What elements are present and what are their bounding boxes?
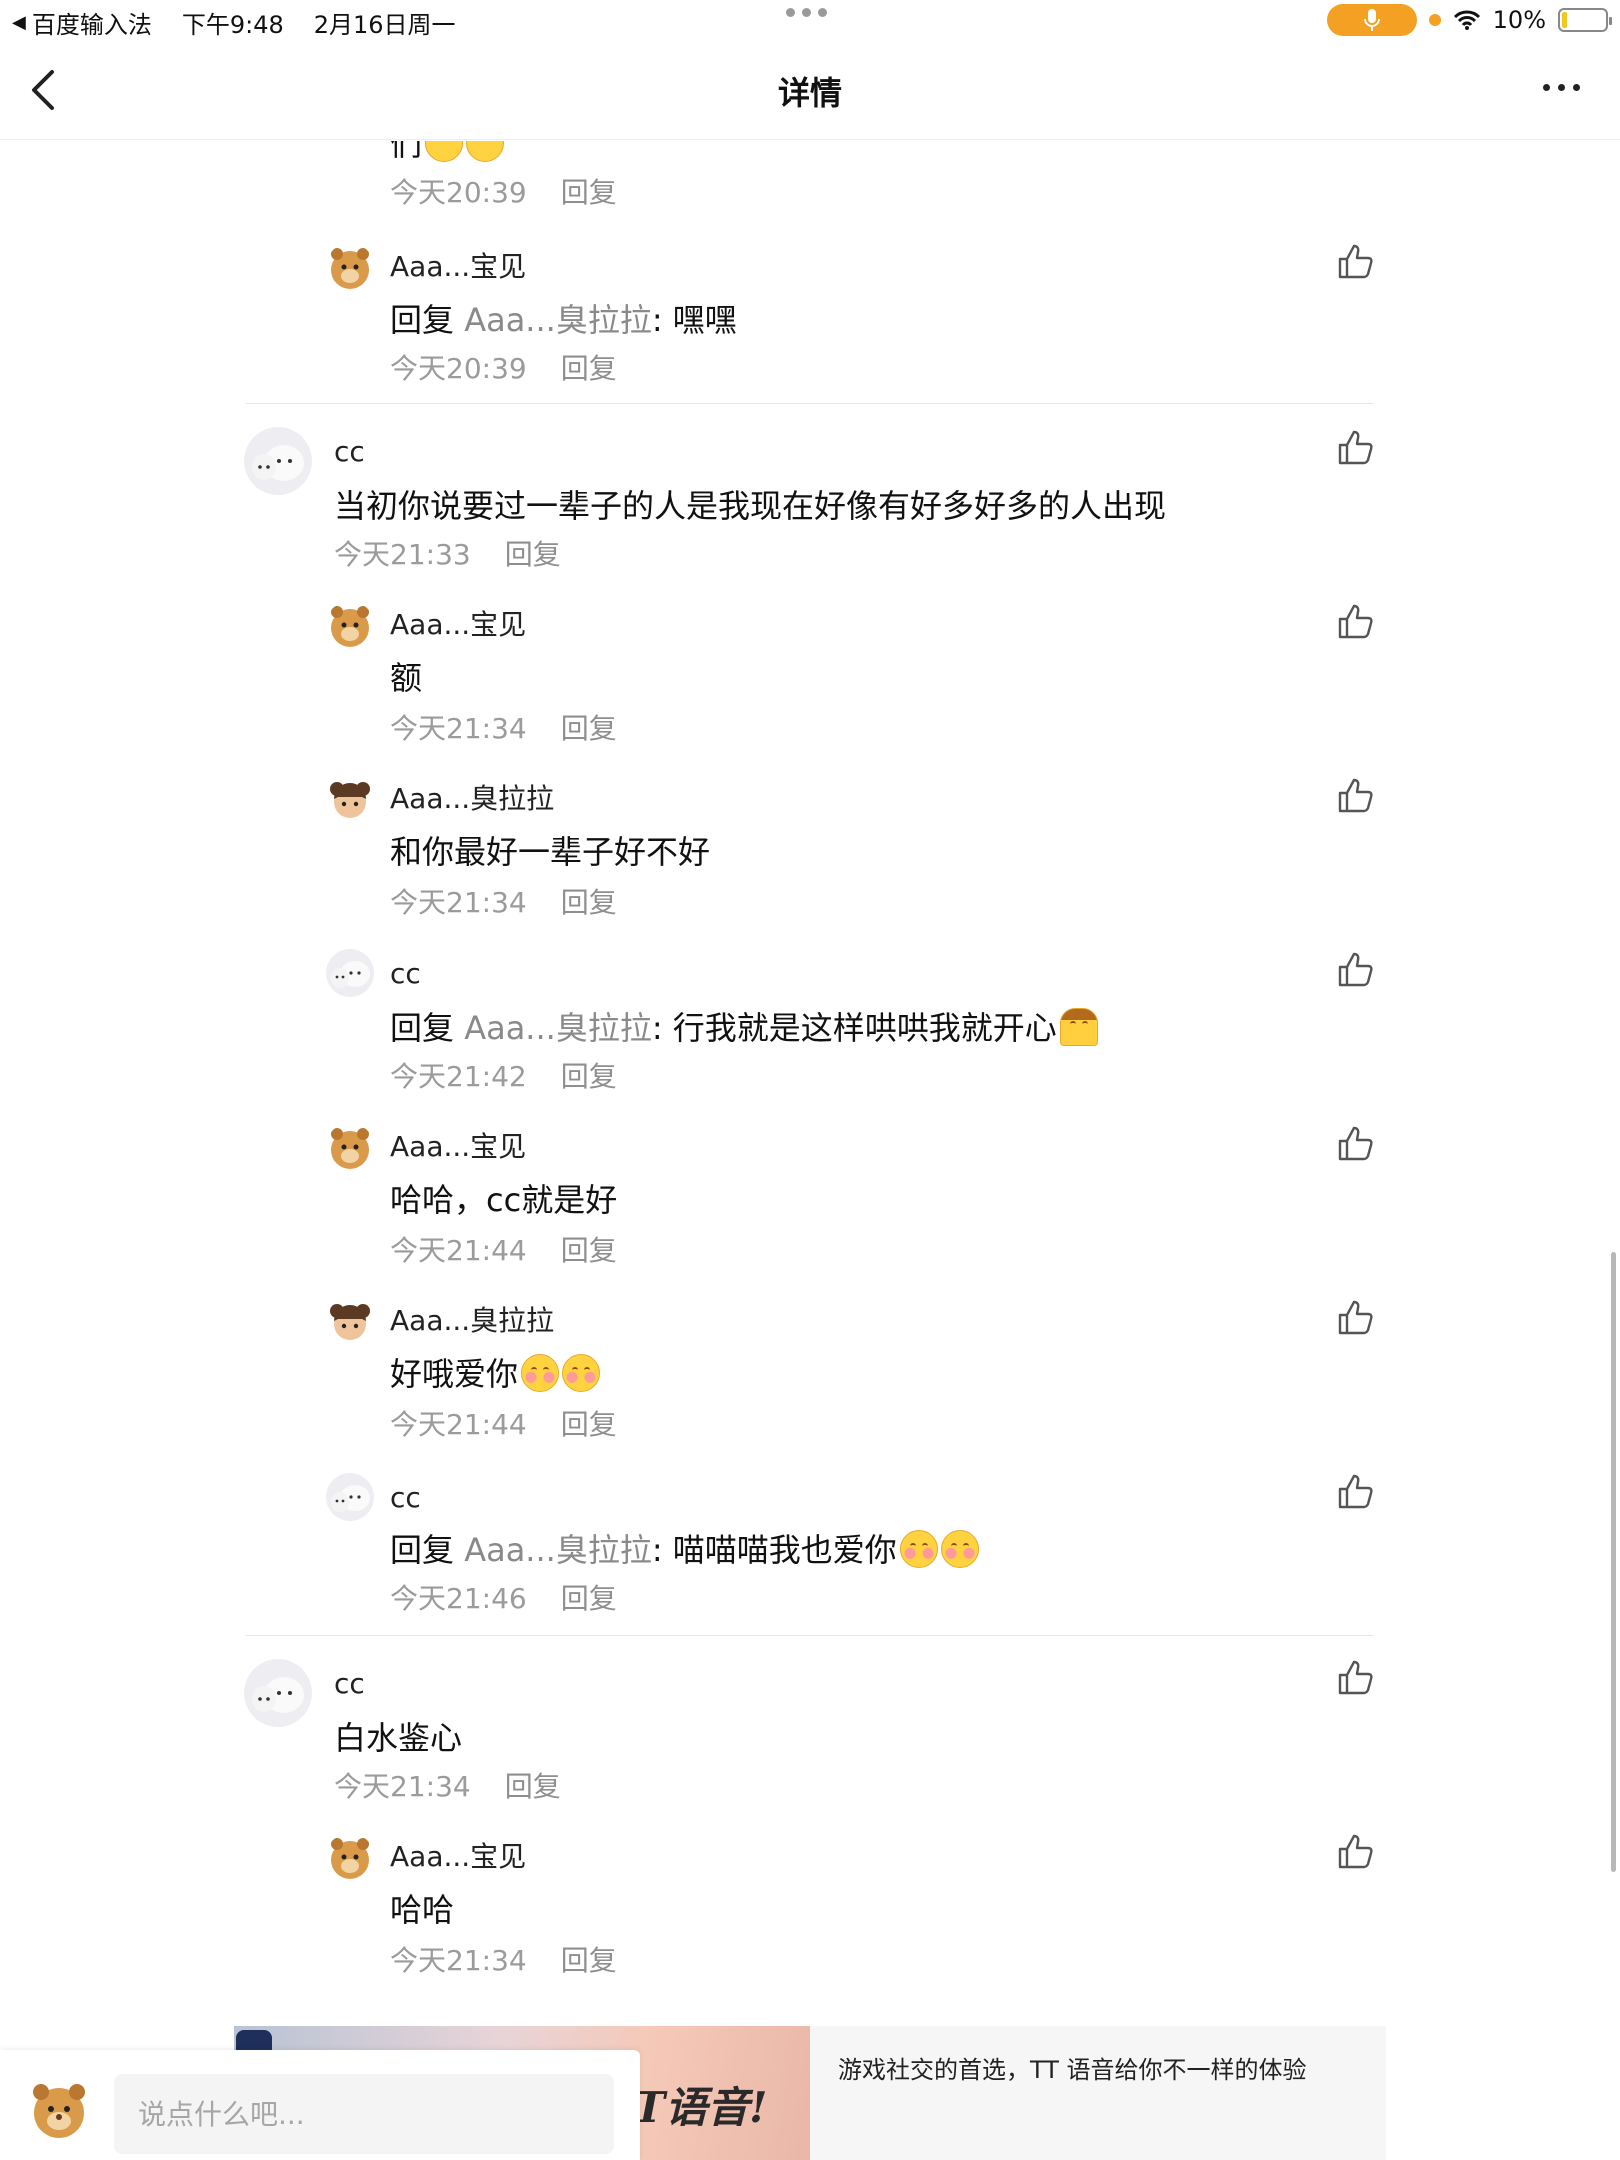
reply-button[interactable]: 回复 — [505, 538, 561, 571]
like-icon[interactable] — [1336, 1123, 1376, 1163]
kiss-emoji-icon — [562, 1354, 601, 1392]
comment-text: 回复 Aaa...臭拉拉: 行我就是这样哄哄我就开心 — [390, 1003, 1098, 1049]
status-date: 2月16日周一 — [313, 11, 456, 39]
back-to-app-label[interactable]: 百度输入法 — [32, 5, 152, 40]
comment-username[interactable]: Aaa...臭拉拉 — [390, 1299, 554, 1339]
status-right: 10% — [1326, 4, 1612, 36]
comment-username[interactable]: Aaa...宝见 — [390, 603, 526, 643]
comment-meta: 今天21:46 回复 — [390, 1582, 617, 1615]
like-icon[interactable] — [1336, 1831, 1376, 1871]
kiss-emoji-icon — [940, 1530, 979, 1568]
battery-percent: 10% — [1492, 6, 1546, 34]
avatar[interactable] — [326, 775, 374, 823]
comment-username[interactable]: cc — [334, 435, 365, 468]
status-left: ◀ 百度输入法 下午9:48 2月16日周一 — [12, 5, 456, 40]
reply-button[interactable]: 回复 — [561, 1060, 617, 1093]
like-icon[interactable] — [1336, 1657, 1376, 1697]
comment-text: 哈哈 — [390, 1891, 455, 1929]
reply-button[interactable]: 回复 — [561, 176, 617, 209]
comment-meta: 今天21:44 回复 — [390, 1234, 617, 1267]
comment-meta: 今天21:33 回复 — [334, 538, 561, 571]
comment-list[interactable]: 们 今天20:39 回复 Aaa...宝见 回复 Aaa...臭拉拉: 嘿嘿 今天… — [0, 141, 1620, 2041]
thread-divider — [246, 1635, 1374, 1636]
comment-text: 回复 Aaa...臭拉拉: 喵喵喵我也爱你 — [390, 1525, 979, 1571]
reply-button[interactable]: 回复 — [561, 1234, 617, 1267]
scrollbar[interactable] — [1611, 1252, 1616, 1872]
comment-meta: 今天20:39 回复 — [390, 176, 617, 209]
like-icon[interactable] — [1336, 427, 1376, 467]
more-icon[interactable] — [1543, 84, 1580, 91]
reply-button[interactable]: 回复 — [505, 1770, 561, 1803]
comment-meta: 今天21:44 回复 — [390, 1408, 617, 1441]
microphone-icon — [1326, 4, 1417, 36]
reply-button[interactable]: 回复 — [561, 886, 617, 919]
avatar[interactable] — [326, 1297, 374, 1345]
battery-icon — [1558, 8, 1612, 32]
reply-to-user[interactable]: Aaa...臭拉拉 — [464, 1009, 652, 1047]
wifi-icon — [1453, 10, 1480, 30]
comment-username[interactable]: Aaa...臭拉拉 — [390, 777, 554, 817]
comment-username[interactable]: cc — [390, 957, 421, 990]
reply-button[interactable]: 回复 — [561, 1582, 617, 1615]
avatar[interactable] — [326, 949, 374, 997]
comment-text: 回复 Aaa...臭拉拉: 嘿嘿 — [390, 301, 737, 339]
reply-button[interactable]: 回复 — [561, 712, 617, 745]
comment-meta: 今天21:34 回复 — [390, 712, 617, 745]
kiss-emoji-icon — [521, 1354, 560, 1392]
avatar[interactable] — [326, 1833, 374, 1881]
page-title: 详情 — [777, 74, 842, 112]
comment-text: 哈哈，cc就是好 — [390, 1181, 618, 1219]
comment-text: 和你最好一辈子好不好 — [390, 833, 711, 871]
avatar[interactable] — [244, 1659, 312, 1727]
comment-meta: 今天21:42 回复 — [390, 1060, 617, 1093]
avatar[interactable] — [326, 601, 374, 649]
reply-button[interactable]: 回复 — [561, 1408, 617, 1441]
comment-username[interactable]: Aaa...宝见 — [390, 245, 526, 285]
comment-text: 白水鉴心 — [334, 1719, 463, 1757]
comment-meta: 今天21:34 回复 — [390, 1944, 617, 1977]
like-icon[interactable] — [1336, 1471, 1376, 1511]
back-to-app-icon[interactable]: ◀ — [12, 12, 26, 33]
comment-meta: 今天21:34 回复 — [334, 1770, 561, 1803]
comment-username[interactable]: Aaa...宝见 — [390, 1835, 526, 1875]
pudding-emoji-icon — [1059, 1008, 1098, 1046]
comment-meta: 今天20:39 回复 — [390, 352, 617, 385]
like-icon[interactable] — [1336, 949, 1376, 989]
comment-username[interactable]: cc — [334, 1667, 365, 1700]
comment-input-bar — [0, 2050, 640, 2160]
reply-button[interactable]: 回复 — [561, 352, 617, 385]
comment-text: 额 — [390, 659, 423, 697]
recording-dot-icon — [1428, 14, 1441, 26]
like-icon[interactable] — [1336, 601, 1376, 641]
like-icon[interactable] — [1336, 775, 1376, 815]
my-avatar[interactable] — [26, 2076, 92, 2142]
ad-text[interactable]: 游戏社交的首选，TT 语音给你不一样的体验 — [838, 2050, 1307, 2085]
comment-username[interactable]: cc — [390, 1481, 421, 1514]
like-icon[interactable] — [1336, 1297, 1376, 1337]
thread-divider — [246, 403, 1374, 404]
avatar[interactable] — [326, 1473, 374, 1521]
reply-to-user[interactable]: Aaa...臭拉拉 — [464, 1531, 652, 1569]
multitask-dots[interactable] — [786, 8, 827, 17]
reply-to-user[interactable]: Aaa...臭拉拉 — [464, 301, 652, 339]
status-time: 下午9:48 — [181, 11, 284, 39]
comment-text: 好哦爱你 — [390, 1349, 601, 1395]
avatar[interactable] — [326, 243, 374, 291]
kiss-emoji-icon — [899, 1530, 938, 1568]
comment-username[interactable]: Aaa...宝见 — [390, 1125, 526, 1165]
comment-text: 当初你说要过一辈子的人是我现在好像有好多好多的人出现 — [334, 487, 1167, 525]
reply-button[interactable]: 回复 — [561, 1944, 617, 1977]
avatar[interactable] — [244, 427, 312, 495]
comment-input[interactable] — [114, 2074, 614, 2154]
avatar[interactable] — [326, 1123, 374, 1171]
status-bar: ◀ 百度输入法 下午9:48 2月16日周一 10% — [0, 0, 1620, 40]
comment-meta: 今天21:34 回复 — [390, 886, 617, 919]
like-icon[interactable] — [1336, 241, 1376, 281]
nav-bar: 详情 — [0, 40, 1620, 140]
cut-off-comment-text: 们 — [390, 141, 505, 165]
